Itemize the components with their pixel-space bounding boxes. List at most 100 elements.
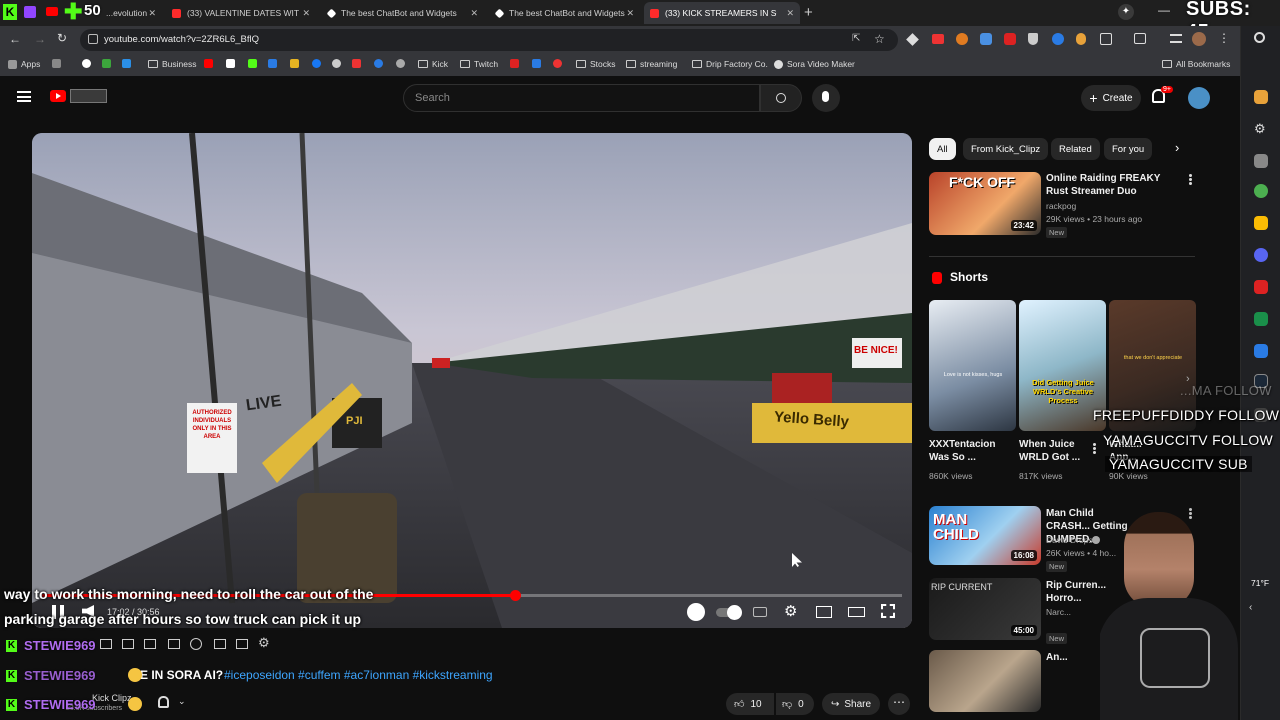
rec-video-thumbnail[interactable]: F*CK OFF 23:42: [929, 172, 1041, 235]
bookmark-apps[interactable]: Apps: [8, 59, 40, 69]
bookmark-star-icon[interactable]: ☆: [874, 32, 885, 46]
rec-video-channel[interactable]: Narc...: [1046, 606, 1071, 618]
bookmark-misc4[interactable]: [374, 59, 387, 68]
account-avatar[interactable]: [1188, 87, 1210, 109]
more-actions-button[interactable]: ⋯: [888, 693, 910, 715]
bookmark-red1[interactable]: [510, 59, 523, 68]
bookmark-streaming[interactable]: streaming: [626, 59, 677, 69]
install-icon[interactable]: ⇱: [852, 33, 860, 44]
bookmark-facebook[interactable]: [312, 59, 325, 68]
bookmark-drip-factory[interactable]: Drip Factory Co.: [692, 59, 768, 69]
minimize-button[interactable]: —: [1158, 3, 1170, 17]
rec-video-thumbnail[interactable]: MAN CHILD 16:08: [929, 506, 1041, 565]
back-button[interactable]: ←: [9, 32, 21, 46]
all-bookmarks[interactable]: All Bookmarks: [1162, 59, 1230, 69]
chevron-right-icon[interactable]: ›: [1175, 140, 1179, 155]
subscribe-bell-icon[interactable]: [158, 696, 169, 708]
search-button[interactable]: [760, 84, 802, 112]
chevron-left-icon[interactable]: ‹: [1249, 602, 1252, 613]
rec-video-channel[interactable]: David Drops: [1046, 534, 1093, 546]
video-hashtags[interactable]: #iceposeidon #cuffem #ac7ionman #kickstr…: [224, 668, 493, 682]
rec-video-thumbnail[interactable]: RIP CURRENT 45:00: [929, 578, 1041, 640]
short-title[interactable]: XXXTentacion Was So ...: [929, 438, 999, 464]
extension-icon[interactable]: [1052, 33, 1064, 45]
rec-video-title[interactable]: Online Raiding FREAKY Rust Streamer Duo: [1046, 172, 1180, 198]
app-green-icon[interactable]: [1254, 312, 1268, 326]
reload-button[interactable]: ↻: [57, 31, 67, 45]
bookmark-blue[interactable]: [122, 59, 135, 68]
close-icon[interactable]: ✕: [470, 8, 478, 19]
tab-5-active[interactable]: (33) KICK STREAMERS IN SORA ✕: [644, 2, 800, 24]
new-tab-button[interactable]: +: [804, 4, 813, 21]
bookmark-twitch[interactable]: Twitch: [460, 59, 498, 69]
extension-icon[interactable]: [906, 33, 919, 46]
app-blue-icon[interactable]: [1254, 344, 1268, 358]
bookmark-misc2[interactable]: [332, 59, 345, 68]
bookmark-green[interactable]: [102, 59, 115, 68]
settings-gear-icon[interactable]: ⚙: [784, 602, 797, 620]
chip-all[interactable]: All: [929, 138, 956, 160]
short-title[interactable]: When Juice WRLD Got ...: [1019, 438, 1085, 464]
search-icon[interactable]: [1254, 32, 1265, 43]
miniplayer-play-icon[interactable]: [687, 603, 705, 621]
close-icon[interactable]: ✕: [786, 8, 794, 19]
rec-video-title[interactable]: An...: [1046, 651, 1076, 664]
bookmark-misc[interactable]: [290, 59, 303, 68]
address-bar[interactable]: youtube.com/watch?v=2ZR6L6_BflQ ⇱ ☆: [80, 29, 898, 51]
fullscreen-button[interactable]: [881, 604, 895, 618]
extension-icon[interactable]: [956, 33, 968, 45]
rec-video-channel[interactable]: rackpog: [1046, 200, 1076, 212]
forward-button[interactable]: →: [34, 32, 46, 46]
kick-extension-icon[interactable]: K: [3, 4, 17, 20]
close-icon[interactable]: ✕: [148, 8, 156, 19]
youtube-logo[interactable]: [50, 90, 66, 102]
puzzle-icon[interactable]: [1100, 33, 1112, 45]
miniplayer-button[interactable]: [816, 606, 832, 618]
bookmark-misc3[interactable]: [352, 59, 365, 68]
create-button[interactable]: + Create: [1081, 85, 1141, 111]
bookmark-misc5[interactable]: [396, 59, 409, 68]
bookmark-sora[interactable]: Sora Video Maker: [774, 59, 855, 69]
bookmark-x[interactable]: [226, 59, 239, 68]
bookmark-kick[interactable]: Kick: [418, 59, 448, 69]
search-input[interactable]: Search: [403, 84, 760, 112]
tab-4[interactable]: The best ChatBot and Widgets ✕: [490, 2, 640, 24]
tab-1[interactable]: ...evolution - Yo ✕: [100, 2, 162, 24]
short-thumbnail[interactable]: Love is not kisses, hugs: [929, 300, 1016, 431]
video-scrubber-handle[interactable]: [510, 590, 521, 601]
reading-list-icon[interactable]: [1170, 34, 1182, 43]
rec-video-thumbnail[interactable]: [929, 650, 1041, 712]
share-button[interactable]: ↪ Share: [822, 693, 880, 715]
close-icon[interactable]: ✕: [626, 8, 634, 19]
wallet-icon[interactable]: [1254, 90, 1268, 104]
bookmark-kick-small[interactable]: [248, 59, 261, 68]
extension-icon[interactable]: [1028, 33, 1038, 45]
sidepanel-icon[interactable]: [1134, 33, 1146, 44]
bookmark-cnbc[interactable]: [268, 59, 281, 68]
voice-search-button[interactable]: [812, 84, 840, 112]
tab-3[interactable]: The best ChatBot and Widgets ✕: [322, 2, 484, 24]
profile-avatar[interactable]: [1192, 32, 1206, 46]
chip-for-you[interactable]: For you: [1104, 138, 1153, 160]
bookmark-blue2[interactable]: [532, 59, 545, 68]
autoplay-toggle[interactable]: [716, 605, 742, 620]
more-options-icon[interactable]: [1093, 443, 1096, 454]
video-player[interactable]: AUTHORIZED INDIVIDUALS ONLY IN THIS AREA…: [32, 133, 912, 628]
chip-from-channel[interactable]: From Kick_Clipz: [963, 138, 1049, 160]
captions-button[interactable]: [753, 607, 767, 617]
chrome-icon[interactable]: [1254, 184, 1268, 198]
tab-search-button[interactable]: ✦: [1118, 4, 1134, 20]
extension-icon[interactable]: [1004, 33, 1016, 45]
bookmark-icon-grid[interactable]: [52, 59, 65, 68]
monitor-icon[interactable]: [1254, 154, 1268, 168]
bookmark-stocks[interactable]: Stocks: [576, 59, 616, 69]
like-button[interactable]: 👍︎ 10: [726, 693, 774, 715]
chip-related[interactable]: Related: [1051, 138, 1100, 160]
more-options-icon[interactable]: [1189, 174, 1192, 185]
close-icon[interactable]: ✕: [302, 8, 310, 19]
bookmark-google[interactable]: [82, 59, 95, 68]
site-info-icon[interactable]: [88, 34, 98, 44]
menu-icon[interactable]: ⋮: [1218, 31, 1230, 45]
tab-2[interactable]: (33) VALENTINE DATES WITH S ✕: [166, 2, 316, 24]
dislike-button[interactable]: 👎︎ 0: [776, 693, 814, 715]
